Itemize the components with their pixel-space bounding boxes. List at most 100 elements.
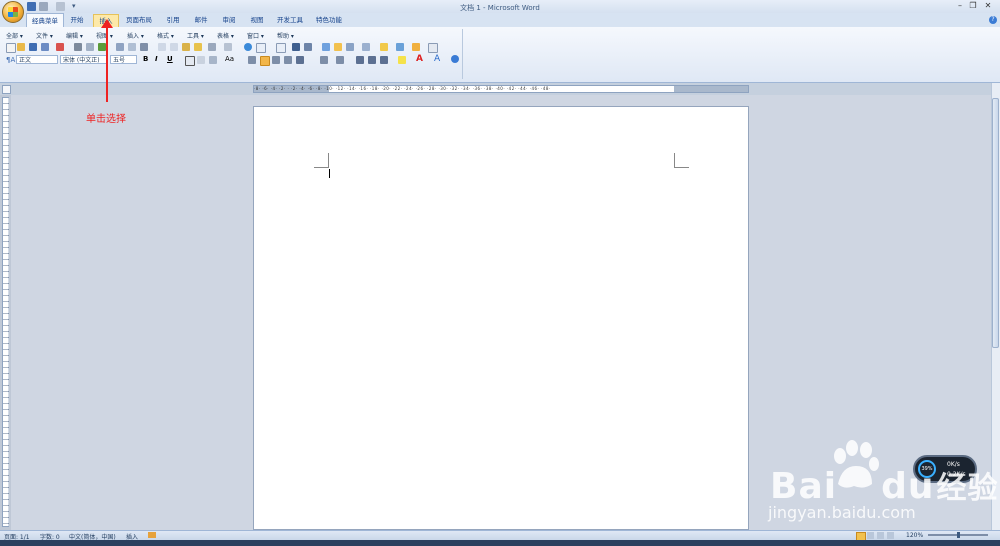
decrease-indent-icon[interactable] (356, 56, 364, 64)
help-icon[interactable] (451, 55, 459, 63)
horizontal-ruler[interactable]: ·8· ·6· ·4· ·2· · ·2· ·4· ·6· ·8· ·10· ·… (253, 85, 749, 93)
style-select[interactable]: 正文 (16, 55, 58, 64)
margin-mark-top-left (314, 153, 329, 168)
watermark-url: jingyan.baidu.com (768, 503, 916, 522)
tab-page-layout[interactable]: 页面布局 (122, 13, 156, 27)
justify-icon[interactable] (284, 56, 292, 64)
table-icon[interactable] (256, 43, 266, 53)
underline-button[interactable]: U (167, 55, 173, 64)
italic-button[interactable]: I (155, 55, 158, 64)
redo-icon[interactable] (224, 43, 232, 51)
pdf-icon[interactable] (56, 43, 64, 51)
watermark-brand: Bai du经验 (770, 463, 998, 507)
tab-references[interactable]: 引用 (160, 13, 186, 27)
spelling-icon[interactable] (98, 43, 106, 51)
tab-mailings[interactable]: 邮件 (188, 13, 214, 27)
taskbar (0, 540, 1000, 546)
insert-table-icon[interactable] (276, 43, 286, 53)
doc-map-icon[interactable] (322, 43, 330, 51)
size-select[interactable]: 五号 (110, 55, 137, 64)
cut-icon[interactable] (158, 43, 166, 51)
color-icon[interactable] (396, 43, 404, 51)
menu-help[interactable]: 帮助 ▾ (277, 31, 294, 40)
font-select[interactable]: 宋体 (中文正) (60, 55, 108, 64)
menu-table[interactable]: 表格 ▾ (217, 31, 234, 40)
zoom-icon[interactable] (346, 43, 354, 51)
increase-indent-icon[interactable] (368, 56, 376, 64)
shapes-icon[interactable] (380, 43, 388, 51)
show-hide-icon[interactable] (334, 43, 342, 51)
copy-icon[interactable] (170, 43, 178, 51)
scrollbar-thumb[interactable] (992, 98, 999, 348)
comment-icon[interactable] (428, 43, 438, 53)
tab-review[interactable]: 审阅 (216, 13, 242, 27)
zoom-level[interactable]: 120% (906, 532, 923, 539)
view-web-icon[interactable] (877, 532, 884, 539)
tab-classic-menu[interactable]: 经典菜单 (26, 13, 64, 27)
tab-features[interactable]: 特色功能 (312, 13, 346, 27)
highlight-color-icon[interactable] (398, 56, 406, 64)
view-full-screen-icon[interactable] (867, 532, 874, 539)
styles-icon[interactable]: ¶A (6, 56, 15, 64)
fullscreen-icon[interactable] (362, 43, 370, 51)
menu-file[interactable]: 文件 ▾ (36, 31, 53, 40)
menu-format[interactable]: 格式 ▾ (157, 31, 174, 40)
bullets-icon[interactable] (336, 56, 344, 64)
view-outline-icon[interactable] (887, 532, 894, 539)
menu-all[interactable]: 全部 ▾ (6, 31, 23, 40)
char-scale-icon[interactable] (209, 56, 217, 64)
watermark-jingyan: 经验 (936, 471, 999, 506)
font-color-icon[interactable]: A (416, 54, 423, 64)
align-center-icon[interactable] (260, 56, 270, 66)
numbering-icon[interactable] (320, 56, 328, 64)
sort-icon[interactable] (380, 56, 388, 64)
menu-tools[interactable]: 工具 ▾ (187, 31, 204, 40)
char-border-icon[interactable] (185, 56, 195, 66)
window-title: 文档 1 - Microsoft Word (460, 4, 540, 12)
tab-developer[interactable]: 开发工具 (273, 13, 307, 27)
drawing-icon[interactable] (304, 43, 312, 51)
print-preview-icon[interactable] (86, 43, 94, 51)
open-icon[interactable] (17, 43, 25, 51)
macro-icon[interactable] (148, 532, 156, 538)
print-icon[interactable] (74, 43, 82, 51)
text-effect-icon[interactable]: A (434, 54, 440, 64)
watermark-bai: Bai (770, 466, 838, 507)
paste-icon[interactable] (182, 43, 190, 51)
menu-insert[interactable]: 插入 ▾ (127, 31, 144, 40)
restore-button[interactable]: ❐ (968, 2, 978, 11)
permission-icon[interactable] (41, 43, 49, 51)
zoom-slider-thumb[interactable] (957, 532, 960, 538)
align-right-icon[interactable] (272, 56, 280, 64)
menu-edit[interactable]: 编辑 ▾ (66, 31, 83, 40)
minimize-button[interactable]: – (955, 2, 965, 11)
research-icon[interactable] (116, 43, 124, 51)
new-doc-icon[interactable] (6, 43, 16, 53)
line-spacing-icon[interactable] (296, 56, 304, 64)
thesaurus-icon[interactable] (140, 43, 148, 51)
tab-view[interactable]: 视图 (244, 13, 270, 27)
tab-selector[interactable] (2, 85, 11, 94)
vertical-ruler[interactable] (2, 97, 9, 527)
office-button[interactable] (2, 1, 24, 23)
columns-icon[interactable] (292, 43, 300, 51)
margin-mark-top-right (674, 153, 689, 168)
document-page[interactable] (253, 106, 749, 530)
hyperlink-icon[interactable] (244, 43, 252, 51)
translate-icon[interactable] (128, 43, 136, 51)
close-button[interactable]: ✕ (983, 2, 993, 11)
save-icon[interactable] (29, 43, 37, 51)
vruler-ticks (3, 98, 9, 526)
bold-button[interactable]: B (143, 55, 148, 64)
format-painter-icon[interactable] (194, 43, 202, 51)
help-icon[interactable]: ? (989, 16, 997, 24)
char-shading-icon[interactable] (197, 56, 205, 64)
text-cursor (329, 169, 330, 178)
menu-view[interactable]: 视图 ▾ (96, 31, 113, 40)
change-case-icon[interactable]: Aa (225, 55, 234, 63)
tab-home[interactable]: 开始 (64, 13, 90, 27)
highlight-icon[interactable] (412, 43, 420, 51)
undo-icon[interactable] (208, 43, 216, 51)
menu-window[interactable]: 窗口 ▾ (247, 31, 264, 40)
align-left-icon[interactable] (248, 56, 256, 64)
